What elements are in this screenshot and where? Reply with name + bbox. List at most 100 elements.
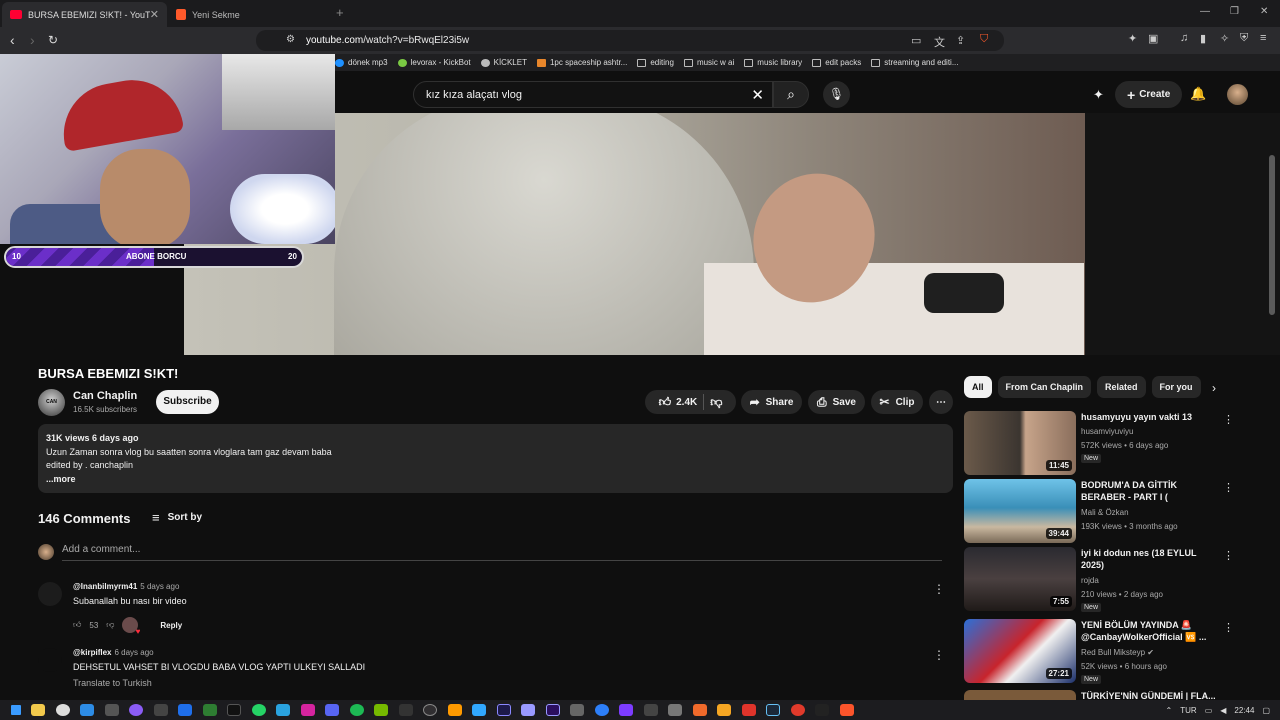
wallet-icon[interactable]: ▣ — [1148, 32, 1158, 45]
bookmark-folder[interactable]: streaming and editi... — [871, 58, 958, 67]
video-channel[interactable]: rojda — [1081, 576, 1099, 585]
voice-search-button[interactable]: 🎙 — [823, 81, 850, 108]
chip-from-channel[interactable]: From Can Chaplin — [997, 376, 1092, 398]
recommended-video[interactable]: TÜRKİYE'NİN GÜNDEMİ | FLA... — [964, 690, 1234, 700]
video-title[interactable]: husamyuyu yayın vakti 13 — [1081, 411, 1221, 423]
notification-center-icon[interactable]: ▢ — [1262, 706, 1270, 715]
music-icon[interactable]: ♫ — [1180, 32, 1188, 44]
chip-all[interactable]: All — [964, 376, 992, 398]
spotify-icon[interactable] — [349, 704, 364, 716]
app-icon[interactable] — [129, 704, 143, 716]
studio-icon[interactable]: ✦ — [1093, 87, 1104, 103]
file-explorer-icon[interactable] — [31, 704, 45, 716]
menu-icon[interactable]: ≡ — [1260, 32, 1266, 44]
bookmark-folder[interactable]: edit packs — [812, 58, 861, 67]
recommended-video[interactable]: 7:55 iyi ki dodun nes (18 EYLUL 2025) ro… — [964, 547, 1234, 612]
clear-search-icon[interactable]: ✕ — [751, 86, 764, 104]
app-icon[interactable] — [668, 704, 682, 716]
app-icon[interactable] — [104, 704, 119, 716]
save-button[interactable]: ⎙ Save — [808, 390, 865, 414]
sidebar-icon[interactable]: ▮ — [1200, 32, 1206, 45]
after-effects-icon[interactable] — [521, 704, 535, 716]
chrome-icon[interactable] — [55, 704, 70, 716]
recommended-video[interactable]: 39:44 BODRUM'A DA GİTTİK BERABER - PART … — [964, 479, 1234, 543]
volume-icon[interactable]: ◀ — [1220, 706, 1226, 715]
whatsapp-icon[interactable] — [251, 704, 266, 716]
video-channel[interactable]: husamviyuviyu — [1081, 427, 1133, 436]
tray-arrow-icon[interactable]: ⌃ — [1166, 706, 1173, 715]
comment-dislike-button[interactable]: 👎︎ — [106, 620, 114, 630]
more-icon[interactable]: ⋮ — [1223, 621, 1234, 634]
bookmark-item[interactable]: levorax - KickBot — [397, 58, 471, 67]
bookmark-folder[interactable]: editing — [637, 58, 674, 67]
instagram-icon[interactable] — [300, 704, 315, 716]
app-icon[interactable] — [153, 704, 168, 716]
video-title[interactable]: TÜRKİYE'NİN GÜNDEMİ | FLA... — [1081, 690, 1221, 700]
language-indicator[interactable]: TUR — [1180, 706, 1196, 715]
app-icon[interactable] — [570, 704, 584, 716]
search-input[interactable]: kız kıza alaçatı vlog ✕ — [413, 81, 773, 108]
premiere-icon[interactable] — [545, 704, 560, 716]
app-icon[interactable] — [790, 704, 805, 716]
leo-ai-icon[interactable]: ✧ — [1220, 32, 1229, 45]
bookmark-item[interactable]: 1pc spaceship ashtr... — [536, 58, 627, 67]
search-button[interactable]: ⌕ — [773, 81, 809, 108]
app-icon[interactable] — [619, 704, 633, 716]
create-button[interactable]: + Create — [1115, 81, 1183, 108]
app-icon[interactable] — [643, 704, 658, 716]
chip-related[interactable]: Related — [1097, 376, 1146, 398]
share-button[interactable]: ➦ Share — [741, 390, 802, 414]
obs-icon[interactable] — [423, 704, 437, 716]
comment-author[interactable]: @Inanbilmyrm41 5 days ago — [73, 582, 179, 591]
channel-avatar[interactable]: CAN CHAPLIN — [38, 389, 65, 432]
sort-comments-button[interactable]: ≡ Sort by — [152, 510, 202, 525]
app-icon[interactable] — [717, 704, 731, 716]
show-more-link[interactable]: ...more — [46, 473, 945, 487]
more-icon[interactable]: ⋮ — [1223, 481, 1234, 494]
recommended-video[interactable]: 27:21 YENİ BÖLÜM YAYINDA 🚨 @CanbayWolker… — [964, 619, 1234, 684]
minimize-icon[interactable]: — — [1200, 6, 1210, 17]
app-icon[interactable] — [741, 704, 756, 716]
notifications-icon[interactable]: 🔔 — [1190, 86, 1206, 102]
back-icon[interactable]: ‹ — [10, 32, 15, 48]
translate-link[interactable]: Translate to Turkish — [73, 678, 152, 688]
channel-name[interactable]: Can Chaplin — [73, 390, 137, 402]
nvidia-icon[interactable] — [374, 704, 388, 716]
extensions-icon[interactable]: ✦ — [1128, 32, 1137, 45]
add-comment-input[interactable]: Add a comment... — [62, 544, 942, 561]
clip-button[interactable]: ✂ Clip — [871, 390, 923, 414]
reload-icon[interactable]: ↻ — [48, 32, 58, 48]
bookmark-item[interactable]: dönek mp3 — [335, 58, 388, 67]
more-icon[interactable]: ⋮ — [1223, 549, 1234, 562]
cast-icon[interactable]: ▭ — [911, 34, 921, 47]
tab-youtube[interactable]: BURSA EBEMIZI S!KT! - YouTube ✕ — [2, 2, 167, 27]
app-icon[interactable] — [815, 704, 829, 716]
page-scrollbar[interactable] — [1269, 155, 1275, 315]
translate-icon[interactable]: 文 — [934, 34, 945, 50]
media-encoder-icon[interactable] — [496, 704, 511, 716]
network-icon[interactable]: ▭ — [1205, 706, 1213, 715]
video-thumbnail[interactable]: 11:45 — [964, 411, 1076, 475]
video-thumbnail[interactable]: 39:44 — [964, 479, 1076, 543]
app-icon[interactable] — [178, 704, 192, 716]
description-box[interactable]: 31K views 6 days ago Uzun Zaman sonra vl… — [38, 424, 953, 493]
subscribe-button[interactable]: Subscribe — [156, 390, 219, 414]
site-info-icon[interactable]: ⚙ — [286, 34, 295, 45]
commenter-avatar[interactable] — [38, 648, 62, 672]
address-bar[interactable]: ⚙ youtube.com/watch?v=bRwqEl23i5w ▭ 文 ⇪ … — [256, 30, 1004, 51]
vscode-icon[interactable] — [80, 704, 94, 716]
bookmark-folder[interactable]: music w ai — [683, 58, 734, 67]
more-actions-button[interactable]: ⋯ — [929, 390, 953, 414]
photoshop-icon[interactable] — [472, 704, 486, 716]
video-title[interactable]: BODRUM'A DA GİTTİK BERABER - PART I ( @u… — [1081, 479, 1221, 503]
comment-like-button[interactable]: 👍︎ — [73, 620, 81, 630]
video-channel[interactable]: Mali & Özkan — [1081, 508, 1129, 517]
like-button[interactable]: 👍︎ 2.4K — [659, 395, 698, 410]
reply-button[interactable]: Reply — [160, 621, 182, 630]
illustrator-icon[interactable] — [447, 704, 462, 716]
app-icon[interactable] — [692, 704, 707, 716]
account-avatar[interactable] — [1227, 84, 1248, 105]
video-thumbnail[interactable]: 7:55 — [964, 547, 1076, 611]
discord-icon[interactable] — [325, 704, 339, 716]
brave-shield-icon[interactable]: ⛉ — [980, 33, 988, 46]
